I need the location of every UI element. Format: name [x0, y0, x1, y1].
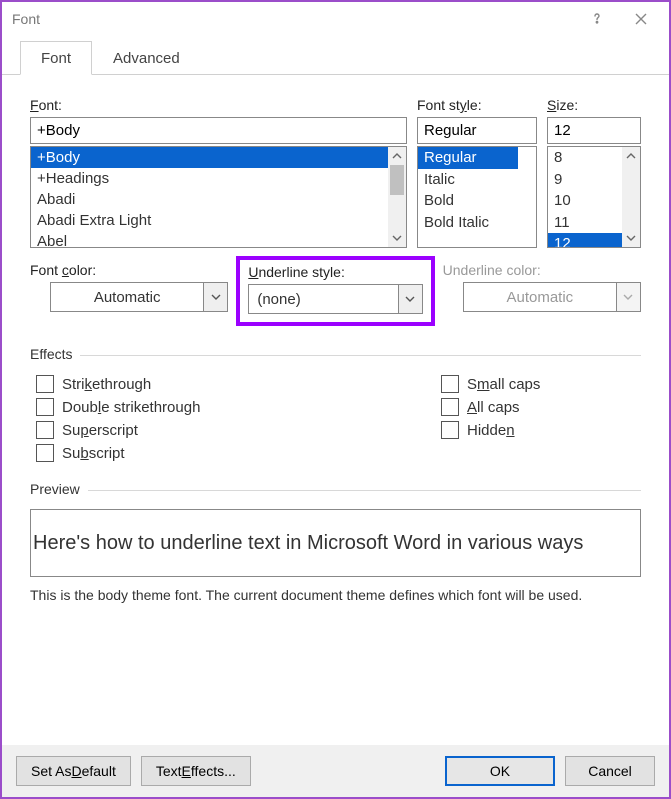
size-listbox[interactable]: 8 9 10 11 12 — [547, 146, 641, 248]
font-color-combo[interactable]: Automatic — [50, 282, 228, 312]
tab-font[interactable]: Font — [20, 41, 92, 75]
underline-color-combo: Automatic — [463, 282, 641, 312]
underline-style-combo[interactable]: (none) — [248, 284, 422, 314]
size-list-item[interactable]: 12 — [548, 233, 622, 247]
size-label: Size: — [547, 97, 641, 113]
font-input[interactable] — [30, 117, 407, 144]
preview-description: This is the body theme font. The current… — [30, 587, 641, 603]
dialog-title: Font — [12, 11, 575, 27]
strikethrough-checkbox[interactable]: Strikethrough — [36, 375, 441, 393]
font-style-listbox[interactable]: Regular Italic Bold Bold Italic — [417, 146, 537, 248]
font-list-item[interactable]: +Headings — [31, 168, 388, 189]
style-list-item[interactable]: Bold Italic — [418, 212, 518, 234]
chevron-down-icon — [616, 283, 640, 311]
size-input[interactable] — [547, 117, 641, 144]
titlebar: Font — [2, 2, 669, 36]
font-list-item[interactable]: Abel — [31, 231, 388, 247]
underline-style-highlight: Underline style: (none) — [236, 256, 434, 326]
cancel-button[interactable]: Cancel — [565, 756, 655, 786]
scroll-up-icon[interactable] — [622, 147, 640, 165]
preview-box: Here's how to underline text in Microsof… — [30, 509, 641, 577]
superscript-checkbox[interactable]: Superscript — [36, 421, 441, 439]
tab-advanced[interactable]: Advanced — [92, 41, 201, 75]
scroll-down-icon[interactable] — [622, 229, 640, 247]
scroll-thumb[interactable] — [390, 165, 404, 195]
underline-style-label: Underline style: — [248, 264, 422, 280]
hidden-checkbox[interactable]: Hidden — [441, 421, 641, 439]
help-button[interactable] — [575, 4, 619, 34]
style-list-item[interactable]: Bold — [418, 190, 518, 212]
size-list-scrollbar[interactable] — [622, 147, 640, 247]
font-list-item[interactable]: Abadi Extra Light — [31, 210, 388, 231]
dialog-content: Font: +Body +Headings Abadi Abadi Extra … — [2, 75, 669, 745]
set-as-default-button[interactable]: Set As Default — [16, 756, 131, 786]
size-list-item[interactable]: 10 — [548, 190, 622, 212]
tabs: Font Advanced — [2, 40, 669, 75]
font-dialog: Font Font Advanced Font: +Body +Headings… — [0, 0, 671, 799]
small-caps-checkbox[interactable]: Small caps — [441, 375, 641, 393]
preview-group-label: Preview — [30, 481, 641, 497]
dialog-buttons: Set As Default Text Effects... OK Cancel — [2, 745, 669, 797]
font-list-item[interactable]: +Body — [31, 147, 388, 168]
style-list-item[interactable]: Regular — [418, 147, 518, 169]
all-caps-checkbox[interactable]: All caps — [441, 398, 641, 416]
double-strikethrough-checkbox[interactable]: Double strikethrough — [36, 398, 441, 416]
size-list-item[interactable]: 9 — [548, 169, 622, 191]
underline-color-label: Underline color: — [443, 262, 641, 278]
size-list-item[interactable]: 8 — [548, 147, 622, 169]
size-list-item[interactable]: 11 — [548, 212, 622, 234]
chevron-down-icon[interactable] — [398, 285, 422, 313]
font-style-label: Font style: — [417, 97, 537, 113]
font-list-scrollbar[interactable] — [388, 147, 406, 247]
chevron-down-icon[interactable] — [203, 283, 227, 311]
style-list-item[interactable]: Italic — [418, 169, 518, 191]
preview-sample-text: Here's how to underline text in Microsof… — [33, 532, 583, 555]
font-label: Font: — [30, 97, 407, 113]
close-button[interactable] — [619, 4, 663, 34]
font-color-label: Font color: — [30, 262, 228, 278]
text-effects-button[interactable]: Text Effects... — [141, 756, 251, 786]
font-list-item[interactable]: Abadi — [31, 189, 388, 210]
scroll-down-icon[interactable] — [388, 229, 406, 247]
font-style-input[interactable] — [417, 117, 537, 144]
subscript-checkbox[interactable]: Subscript — [36, 444, 441, 462]
ok-button[interactable]: OK — [445, 756, 555, 786]
effects-group-label: Effects — [30, 346, 641, 362]
scroll-up-icon[interactable] — [388, 147, 406, 165]
font-listbox[interactable]: +Body +Headings Abadi Abadi Extra Light … — [30, 146, 407, 248]
